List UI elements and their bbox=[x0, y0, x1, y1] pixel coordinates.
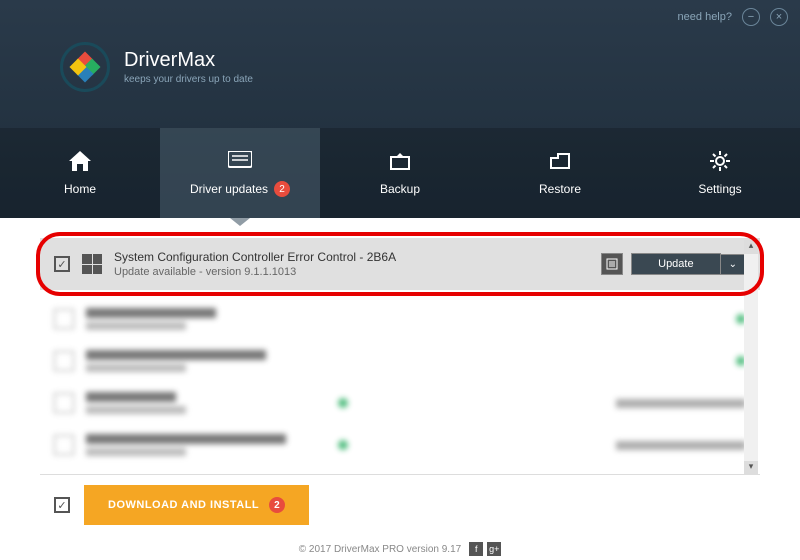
nav-label: Settings bbox=[698, 182, 741, 196]
scrollbar[interactable]: ▴ ▾ bbox=[744, 240, 758, 475]
download-install-button[interactable]: DOWNLOAD AND INSTALL 2 bbox=[84, 485, 309, 525]
app-title: DriverMax bbox=[124, 49, 253, 72]
driver-name: System Configuration Controller Error Co… bbox=[114, 250, 589, 264]
footer: © 2017 DriverMax PRO version 9.17 f g+ bbox=[0, 542, 800, 556]
app-logo-icon bbox=[60, 42, 110, 92]
home-icon bbox=[68, 150, 92, 172]
restore-icon bbox=[548, 150, 572, 172]
nav-label: Home bbox=[64, 182, 96, 196]
minimize-button[interactable]: − bbox=[742, 8, 760, 26]
nav-label: Backup bbox=[380, 182, 420, 196]
nav-label: Restore bbox=[539, 182, 581, 196]
nav-backup[interactable]: Backup bbox=[320, 128, 480, 218]
nav-home[interactable]: Home bbox=[0, 128, 160, 218]
google-plus-icon[interactable]: g+ bbox=[487, 542, 501, 556]
driver-status: Update available - version 9.1.1.1013 bbox=[114, 266, 589, 278]
backup-icon bbox=[388, 150, 412, 172]
driver-info-button[interactable] bbox=[601, 253, 623, 275]
windows-icon bbox=[82, 254, 102, 274]
app-subtitle: keeps your drivers up to date bbox=[124, 74, 253, 85]
other-drivers-list bbox=[40, 298, 760, 466]
update-dropdown[interactable]: ⌄ bbox=[721, 254, 746, 275]
help-link[interactable]: need help? bbox=[678, 11, 732, 23]
nav-restore[interactable]: Restore bbox=[480, 128, 640, 218]
select-all-checkbox[interactable]: ✓ bbox=[54, 497, 70, 513]
nav-settings[interactable]: Settings bbox=[640, 128, 800, 218]
scroll-down-icon[interactable]: ▾ bbox=[744, 461, 758, 475]
nav-label: Driver updates bbox=[190, 182, 268, 196]
close-button[interactable]: × bbox=[770, 8, 788, 26]
facebook-icon[interactable]: f bbox=[469, 542, 483, 556]
nav-driver-updates[interactable]: Driver updates 2 bbox=[160, 128, 320, 218]
updates-icon bbox=[228, 149, 252, 171]
gear-icon bbox=[708, 150, 732, 172]
download-badge: 2 bbox=[269, 497, 285, 513]
download-label: DOWNLOAD AND INSTALL bbox=[108, 499, 259, 511]
updates-badge: 2 bbox=[274, 181, 290, 197]
driver-row: ✓ System Configuration Controller Error … bbox=[40, 238, 760, 290]
footer-text: © 2017 DriverMax PRO version 9.17 bbox=[299, 544, 461, 555]
update-button[interactable]: Update bbox=[631, 253, 720, 275]
main-nav: Home Driver updates 2 Backup Restore bbox=[0, 128, 800, 218]
driver-checkbox[interactable]: ✓ bbox=[54, 256, 70, 272]
scroll-up-icon[interactable]: ▴ bbox=[744, 240, 758, 254]
brand: DriverMax keeps your drivers up to date bbox=[0, 34, 800, 100]
